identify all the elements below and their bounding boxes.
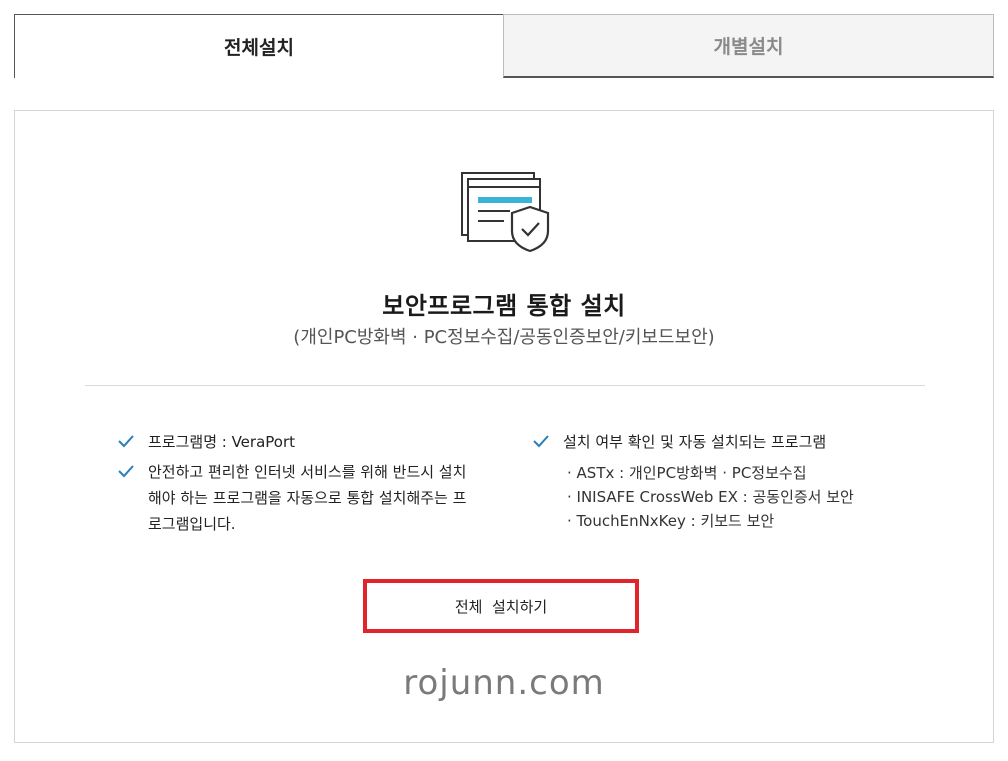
page-subtitle: (개인PC방화벽 · PC정보수집/공동인증보안/키보드보안)	[293, 327, 715, 348]
security-program-icon	[461, 172, 550, 253]
auto-install-heading: 설치 여부 확인 및 자동 설치되는 프로그램	[563, 433, 827, 451]
divider	[85, 385, 925, 386]
program-description-text: 안전하고 편리한 인터넷 서비스를 위해 반드시 설치해야 하는 프로그램을 자…	[148, 463, 467, 533]
tab-individual-install-label: 개별설치	[713, 36, 784, 58]
sub-item-astx: · ASTx : 개인PC방화벽 · PC정보수집	[567, 464, 807, 482]
program-sublist: · ASTx : 개인PC방화벽 · PC정보수집 · INISAFE Cros…	[533, 461, 893, 533]
list-item: 프로그램명 : VeraPort	[118, 429, 478, 455]
install-panel: 보안프로그램 통합 설치 (개인PC방화벽 · PC정보수집/공동인증보안/키보…	[14, 110, 994, 743]
page-title: 보안프로그램 통합 설치	[382, 292, 626, 320]
list-item: 설치 여부 확인 및 자동 설치되는 프로그램	[533, 429, 893, 455]
sub-item-inisafe: · INISAFE CrossWeb EX : 공동인증서 보안	[567, 488, 854, 506]
check-icon	[533, 435, 549, 448]
program-name-text: 프로그램명 : VeraPort	[148, 433, 296, 451]
install-all-button-label: 전체 설치하기	[454, 597, 548, 616]
check-icon	[118, 465, 134, 478]
program-info-list: 프로그램명 : VeraPort 안전하고 편리한 인터넷 서비스를 위해 반드…	[118, 429, 478, 541]
tab-individual-install[interactable]: 개별설치	[503, 14, 994, 78]
list-item: 안전하고 편리한 인터넷 서비스를 위해 반드시 설치해야 하는 프로그램을 자…	[118, 459, 478, 537]
tab-full-install-label: 전체설치	[224, 37, 294, 59]
install-all-button[interactable]: 전체 설치하기	[363, 579, 639, 633]
sub-item-touchen: · TouchEnNxKey : 키보드 보안	[567, 512, 775, 530]
auto-install-list: 설치 여부 확인 및 자동 설치되는 프로그램 · ASTx : 개인PC방화벽…	[533, 429, 893, 533]
tab-full-install[interactable]: 전체설치	[14, 14, 504, 78]
watermark: rojunn.com	[403, 663, 605, 703]
check-icon	[118, 435, 134, 448]
